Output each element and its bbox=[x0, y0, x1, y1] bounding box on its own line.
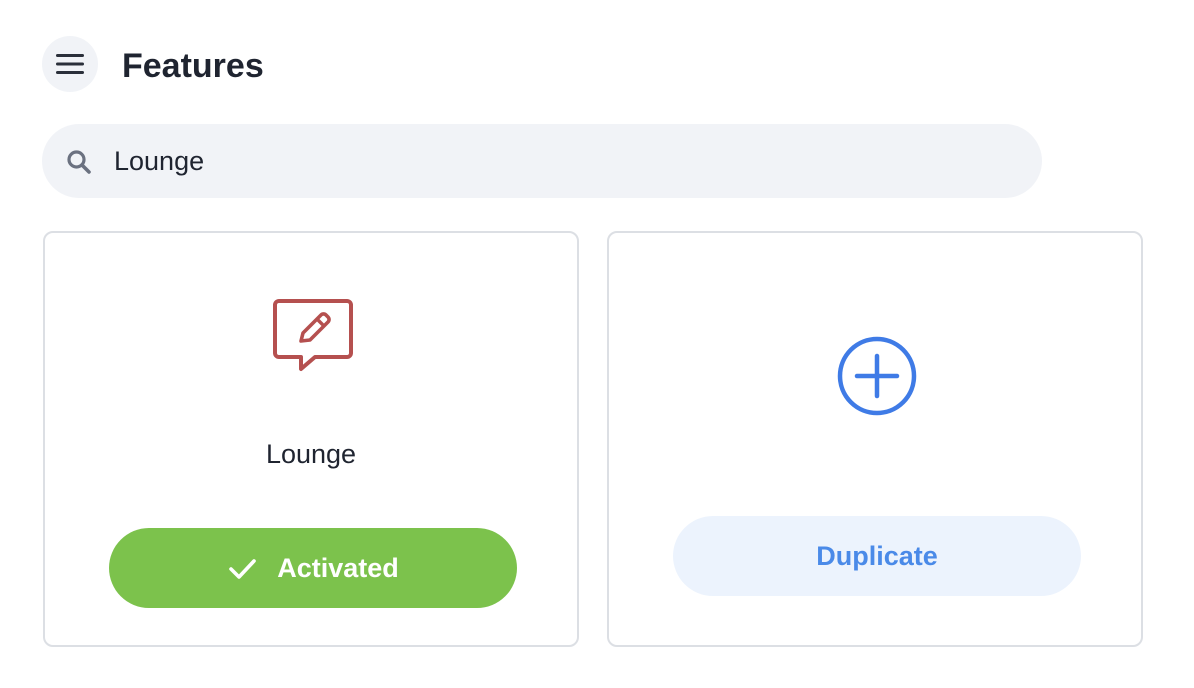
feature-card-lounge[interactable]: Lounge Activated bbox=[43, 231, 579, 647]
search-icon bbox=[67, 150, 91, 174]
activated-button-label: Activated bbox=[277, 552, 399, 583]
plus-circle-icon[interactable] bbox=[835, 334, 919, 418]
feature-card-duplicate[interactable]: Duplicate bbox=[607, 231, 1143, 647]
page-title: Features bbox=[122, 47, 264, 85]
menu-button[interactable] bbox=[42, 36, 98, 92]
activated-button[interactable]: Activated bbox=[109, 528, 517, 608]
card-label: Lounge bbox=[265, 439, 357, 469]
check-icon bbox=[229, 559, 257, 579]
duplicate-button-label: Duplicate bbox=[816, 540, 938, 571]
edit-chat-icon bbox=[273, 299, 353, 371]
hamburger-menu-icon bbox=[56, 54, 84, 74]
search-bar bbox=[42, 124, 1042, 198]
duplicate-button[interactable]: Duplicate bbox=[673, 516, 1081, 596]
search-input[interactable] bbox=[114, 138, 1014, 184]
features-page: Features Lounge Activated Du bbox=[0, 0, 1194, 688]
